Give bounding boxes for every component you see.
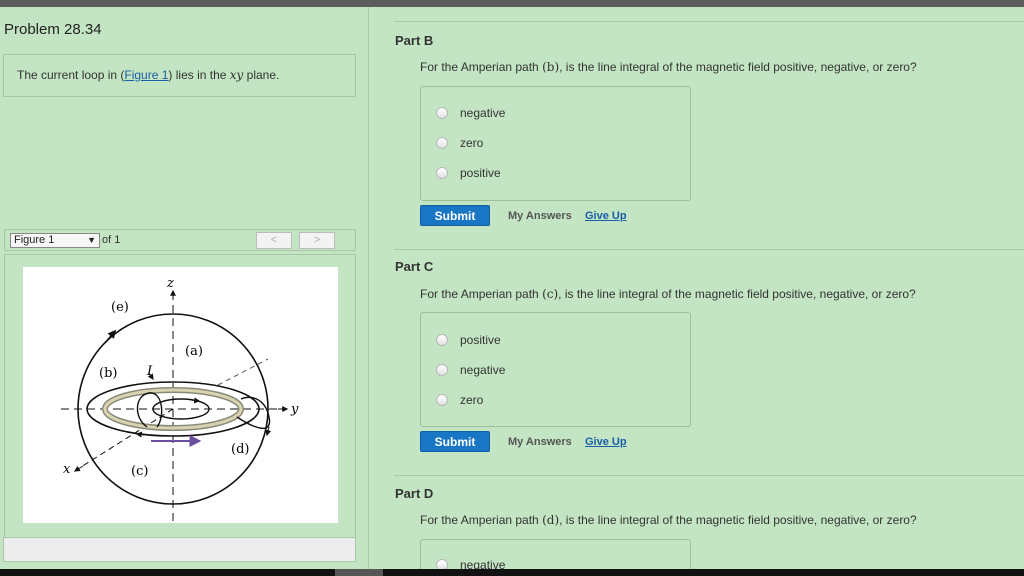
radio-button[interactable] (436, 364, 448, 376)
part-b-title: Part B (395, 33, 434, 48)
part-c-question-path: (c) (542, 287, 559, 301)
option-label: positive (460, 333, 501, 347)
option-label: positive (460, 166, 501, 180)
figure-footer (3, 537, 356, 562)
bottom-bar (0, 569, 1024, 576)
part-b-my-answers-link[interactable]: My Answers (508, 210, 572, 222)
option-label: zero (460, 393, 484, 407)
radio-button[interactable] (436, 107, 448, 119)
option-label: negative (460, 363, 506, 377)
label-y: y (290, 402, 299, 417)
part-d-title: Part D (395, 486, 434, 501)
figure-image: z y x (a) (b) (c) (d) (e) I (23, 267, 338, 523)
intro-text-start: The current loop in ( (17, 68, 125, 82)
label-b: (b) (99, 366, 117, 381)
label-z: z (166, 276, 174, 291)
prev-figure-button[interactable]: < (256, 232, 292, 249)
part-d-question-path: (d) (542, 513, 560, 527)
scrollbar-thumb[interactable] (335, 569, 383, 576)
part-d-question: For the Amperian path (d), is the line i… (420, 513, 917, 527)
label-current: I (146, 364, 153, 379)
intro-text-end: plane. (243, 68, 280, 82)
path-c-loop (136, 392, 163, 428)
label-e: (e) (111, 300, 129, 315)
part-b-options: negative zero positive (420, 86, 691, 201)
part-b-question-path: (b) (542, 60, 560, 74)
top-bar (0, 0, 1024, 7)
part-c-submit-button[interactable]: Submit (420, 431, 490, 452)
path-e-arrow (104, 329, 117, 344)
x-axis (80, 408, 174, 468)
problem-title: Problem 28.34 (4, 21, 102, 38)
figure-select-value: Figure 1 (14, 234, 55, 246)
path-a-arrow (190, 397, 201, 404)
part-c-divider (394, 249, 1024, 250)
path-d-arrow (265, 426, 272, 437)
intro-text: The current loop in (Figure 1) lies in t… (17, 68, 279, 82)
figure-navigation: Figure 1 ▼ of 1 < > (4, 229, 356, 251)
dropdown-arrow-icon: ▼ (87, 235, 96, 245)
part-b-question: For the Amperian path (b), is the line i… (420, 60, 917, 74)
option-label: negative (460, 106, 506, 120)
radio-button[interactable] (436, 137, 448, 149)
part-b-question-end: , is the line integral of the magnetic f… (559, 60, 917, 74)
figure-count: of 1 (102, 234, 121, 246)
part-b-divider (394, 21, 1024, 22)
problem-intro: The current loop in (Figure 1) lies in t… (3, 54, 356, 97)
intro-math: xy (229, 68, 244, 82)
intro-text-middle: ) lies in the (168, 68, 230, 82)
part-c-question: For the Amperian path (c), is the line i… (420, 287, 916, 301)
option-label: zero (460, 136, 484, 150)
part-c-title: Part C (395, 259, 434, 274)
next-figure-button[interactable]: > (299, 232, 335, 249)
part-d-question-start: For the Amperian path (420, 513, 543, 527)
part-d-question-end: , is the line integral of the magnetic f… (559, 513, 917, 527)
part-c-my-answers-link[interactable]: My Answers (508, 436, 572, 448)
x-axis-arrow (73, 465, 84, 472)
figure-select[interactable]: Figure 1 ▼ (10, 233, 100, 248)
radio-button[interactable] (436, 167, 448, 179)
figure-link[interactable]: Figure 1 (124, 68, 168, 82)
amperian-paths-diagram: z y x (a) (b) (c) (d) (e) I (61, 276, 299, 521)
radio-button[interactable] (436, 334, 448, 346)
part-c-question-start: For the Amperian path (420, 287, 543, 301)
radio-button[interactable] (436, 394, 448, 406)
figure-panel: z y x (a) (b) (c) (d) (e) I (4, 254, 356, 538)
part-d-divider (394, 475, 1024, 476)
label-c: (c) (131, 464, 148, 479)
label-d: (d) (231, 442, 249, 457)
part-c-options: positive negative zero (420, 312, 691, 427)
label-a: (a) (185, 344, 203, 359)
part-c-give-up-link[interactable]: Give Up (585, 436, 627, 448)
part-b-give-up-link[interactable]: Give Up (585, 210, 627, 222)
part-b-submit-button[interactable]: Submit (420, 205, 490, 226)
part-c-question-end: , is the line integral of the magnetic f… (558, 287, 916, 301)
part-b-question-start: For the Amperian path (420, 60, 543, 74)
label-x: x (63, 462, 71, 477)
panel-divider (368, 7, 369, 569)
